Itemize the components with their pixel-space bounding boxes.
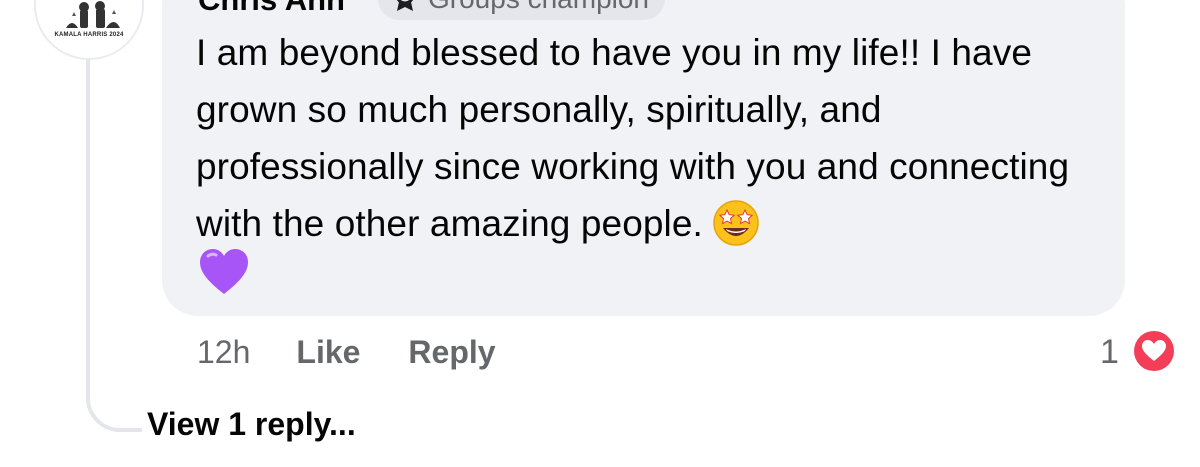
star-struck-emoji-icon [713, 200, 759, 246]
comment-actions: 12h Like Reply [197, 330, 544, 374]
commenter-avatar[interactable]: KAMALA HARRIS 2024 [34, 0, 144, 60]
purple-heart-emoji-icon [200, 249, 248, 294]
comment-timestamp[interactable]: 12h [197, 334, 250, 371]
badge-label: Groups champion [428, 0, 649, 15]
champion-trophy-icon [396, 0, 414, 11]
comment-body: I am beyond blessed to have you in my li… [196, 24, 1106, 252]
thread-connector-line [86, 60, 90, 390]
view-replies-link[interactable]: View 1 reply... [147, 406, 356, 443]
like-button[interactable]: Like [296, 334, 360, 371]
thread-connector-curve [86, 386, 142, 432]
comment-text: I am beyond blessed to have you in my li… [196, 32, 1070, 244]
comment-thread: KAMALA HARRIS 2024 Chris Ann Groups cham… [0, 0, 1200, 467]
groups-champion-badge[interactable]: Groups champion [378, 0, 666, 20]
love-reaction-icon[interactable] [1129, 326, 1179, 376]
avatar-illustration-icon [36, 0, 142, 58]
reaction-count[interactable]: 1 [1100, 330, 1119, 374]
reply-button[interactable]: Reply [408, 334, 495, 371]
avatar-caption: KAMALA HARRIS 2024 [54, 32, 124, 38]
comment-author-name[interactable]: Chris Ann [198, 0, 345, 18]
